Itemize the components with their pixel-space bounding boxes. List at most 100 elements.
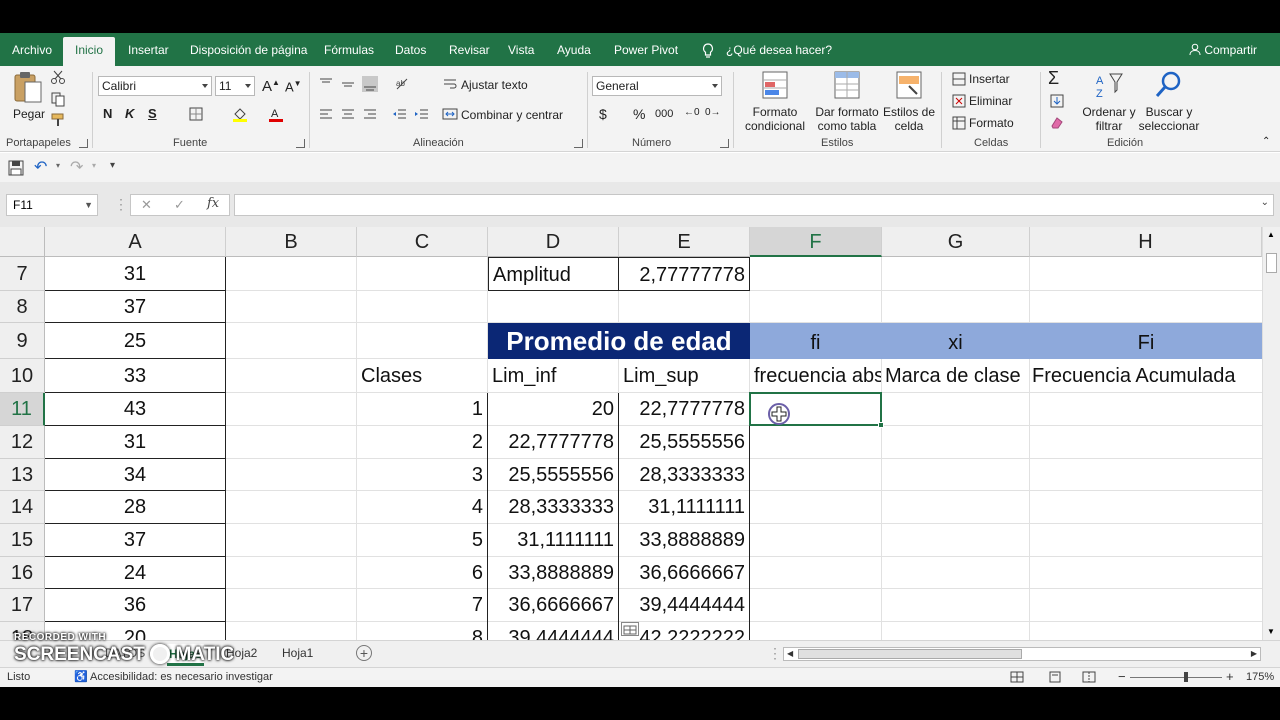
row-header-8[interactable]: 8	[0, 291, 45, 323]
cell-c15[interactable]: 5	[357, 524, 487, 557]
merge-center-button[interactable]: Combinar y centrar	[461, 108, 563, 122]
font-color-icon[interactable]: A	[268, 106, 284, 122]
page-break-view-icon[interactable]	[1082, 671, 1096, 683]
column-header-b[interactable]: B	[226, 227, 357, 257]
cell-a15[interactable]: 37	[45, 524, 225, 557]
scroll-left-icon[interactable]: ◀	[787, 648, 793, 660]
clear-icon[interactable]	[1049, 114, 1065, 130]
share-button[interactable]: Compartir	[1189, 33, 1257, 66]
zoom-in-icon[interactable]: +	[1226, 669, 1234, 684]
tab-inicio[interactable]: Inicio	[63, 37, 116, 66]
cell-c18[interactable]: 8	[357, 622, 487, 640]
tab-vista[interactable]: Vista	[508, 33, 534, 66]
decrease-font-icon[interactable]: A▼	[285, 79, 302, 94]
insert-cells-button[interactable]: Insertar	[969, 72, 1010, 86]
cell-d18[interactable]: 39,4444444	[488, 622, 618, 640]
vertical-scroll-thumb[interactable]	[1266, 253, 1277, 273]
column-header-f[interactable]: F	[750, 227, 882, 257]
row-header-12[interactable]: 12	[0, 426, 45, 459]
cell-e15[interactable]: 33,8888889	[619, 524, 749, 557]
save-icon[interactable]	[8, 160, 24, 176]
row-header-15[interactable]: 15	[0, 524, 45, 557]
cell-h9[interactable]: Fi	[1030, 323, 1262, 359]
align-left-icon[interactable]	[318, 106, 334, 122]
cell-f9[interactable]: fi	[750, 323, 881, 359]
column-header-e[interactable]: E	[619, 227, 750, 257]
column-header-h[interactable]: H	[1030, 227, 1262, 257]
cell-a10[interactable]: 33	[45, 359, 225, 393]
conditional-format-button[interactable]: Formato condicional	[740, 70, 810, 134]
row-header-16[interactable]: 16	[0, 557, 45, 589]
cell-d15[interactable]: 31,1111111	[488, 524, 618, 557]
cell-c13[interactable]: 3	[357, 459, 487, 491]
cell-d13[interactable]: 25,5555556	[488, 459, 618, 491]
wrap-text-button[interactable]: Ajustar texto	[461, 78, 528, 92]
formula-input[interactable]: ⌄	[234, 194, 1274, 216]
cell-styles-button[interactable]: Estilos de celda	[882, 70, 936, 134]
redo-dropdown-icon[interactable]: ▾	[92, 161, 96, 170]
collapse-ribbon-icon[interactable]: ⌃	[1262, 136, 1270, 147]
cell-a9[interactable]: 25	[45, 323, 225, 359]
cell-e17[interactable]: 39,4444444	[619, 589, 749, 622]
number-format-dropdown[interactable]: General	[592, 76, 722, 96]
cut-icon[interactable]	[50, 69, 66, 85]
cancel-icon[interactable]: ✕	[141, 197, 152, 213]
font-launcher-icon[interactable]	[296, 139, 305, 148]
undo-dropdown-icon[interactable]: ▾	[56, 161, 60, 170]
fill-color-icon[interactable]	[232, 106, 248, 122]
row-header-7[interactable]: 7	[0, 257, 45, 291]
cell-a14[interactable]: 28	[45, 491, 225, 524]
font-name-dropdown[interactable]: Calibri	[98, 76, 212, 96]
zoom-slider[interactable]	[1130, 677, 1222, 678]
borders-icon[interactable]	[188, 106, 204, 122]
cell-d16[interactable]: 33,8888889	[488, 557, 618, 589]
column-header-g[interactable]: G	[882, 227, 1030, 257]
delete-cells-button[interactable]: Eliminar	[969, 94, 1012, 108]
percent-button[interactable]: %	[633, 106, 645, 122]
customize-qat-icon[interactable]: ▾	[110, 160, 115, 171]
cell-e13[interactable]: 28,3333333	[619, 459, 749, 491]
worksheet-grid[interactable]: A B C D E F G H 7 8 9 10 11 12 13 14 15 …	[0, 227, 1262, 640]
increase-indent-icon[interactable]	[414, 106, 430, 122]
autosum-icon[interactable]: Σ	[1048, 68, 1059, 89]
cell-a7[interactable]: 31	[45, 257, 225, 291]
name-box[interactable]: F11 ▼	[6, 194, 98, 216]
underline-button[interactable]: S	[148, 106, 157, 121]
font-size-dropdown[interactable]: 11	[215, 76, 255, 96]
cell-d11[interactable]: 20	[488, 393, 618, 426]
fill-handle[interactable]	[878, 422, 884, 428]
tab-disposicion[interactable]: Disposición de página	[190, 33, 307, 66]
vertical-scrollbar[interactable]: ▲ ▼	[1262, 227, 1280, 640]
column-header-c[interactable]: C	[357, 227, 488, 257]
cell-d17[interactable]: 36,6666667	[488, 589, 618, 622]
tell-me-search[interactable]: ¿Qué desea hacer?	[726, 33, 832, 66]
row-header-17[interactable]: 17	[0, 589, 45, 622]
orientation-icon[interactable]: ab	[394, 76, 410, 92]
align-bottom-icon[interactable]	[362, 76, 378, 92]
accessibility-icon[interactable]: ♿	[74, 670, 88, 683]
cell-e7[interactable]: 2,77777778	[618, 257, 750, 291]
name-box-dropdown-icon[interactable]: ▼	[84, 195, 93, 215]
cell-c17[interactable]: 7	[357, 589, 487, 622]
scroll-up-icon[interactable]: ▲	[1267, 230, 1275, 239]
decrease-indent-icon[interactable]	[392, 106, 408, 122]
cell-d9-merged-title[interactable]: Promedio de edad	[488, 323, 750, 359]
bold-button[interactable]: N	[103, 106, 112, 121]
cell-a13[interactable]: 34	[45, 459, 225, 491]
sort-filter-button[interactable]: AZ Ordenar y filtrar	[1080, 70, 1138, 134]
cell-d7[interactable]: Amplitud	[488, 257, 619, 291]
cell-a11[interactable]: 43	[45, 393, 225, 426]
page-layout-view-icon[interactable]	[1048, 671, 1062, 683]
redo-icon[interactable]: ↷	[70, 157, 83, 177]
undo-icon[interactable]: ↶	[34, 157, 47, 177]
accessibility-status[interactable]: Accesibilidad: es necesario investigar	[90, 671, 273, 683]
copy-icon[interactable]	[50, 91, 66, 107]
cell-e10[interactable]: Lim_sup	[619, 359, 749, 393]
cell-e11[interactable]: 22,7777778	[619, 393, 749, 426]
align-center-icon[interactable]	[340, 106, 356, 122]
row-header-10[interactable]: 10	[0, 359, 45, 393]
row-header-11[interactable]: 11	[0, 393, 45, 426]
add-sheet-icon[interactable]: +	[356, 645, 372, 661]
horizontal-scroll-thumb[interactable]	[798, 649, 1022, 659]
cell-g9[interactable]: xi	[882, 323, 1029, 359]
